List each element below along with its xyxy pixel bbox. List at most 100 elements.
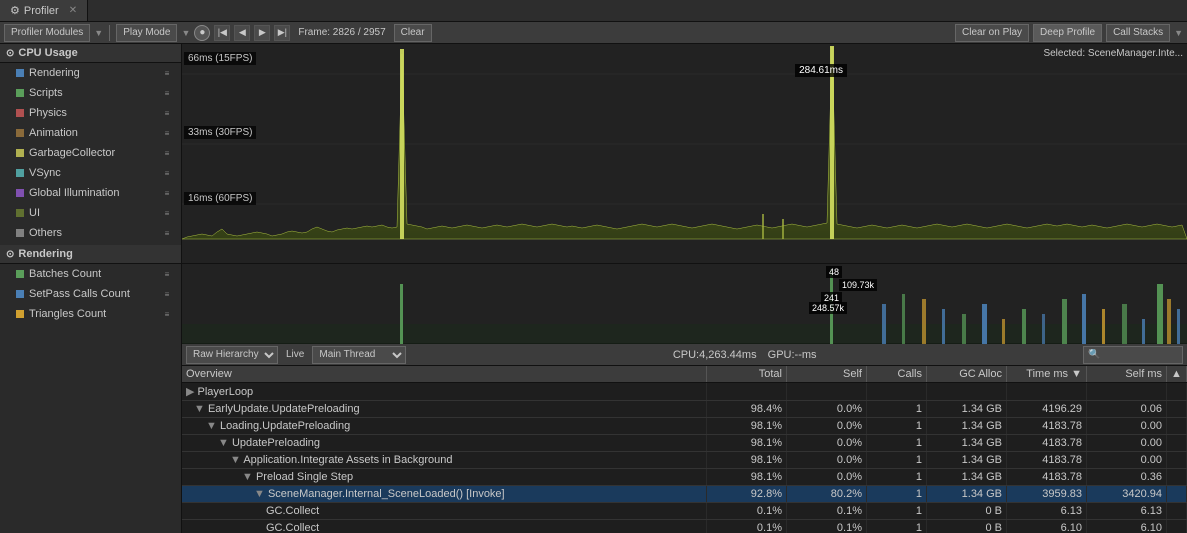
sidebar-item-batches[interactable]: Batches Count ≡ <box>0 264 181 284</box>
table-row[interactable]: GC.Collect 0.1% 0.1% 1 0 B 6.10 6.10 <box>182 520 1187 533</box>
animation-label: Animation <box>29 127 161 139</box>
module-menu-rendering[interactable]: ≡ <box>161 67 173 79</box>
fps-label-30: 33ms (30FPS) <box>184 126 256 139</box>
fps-label-60: 16ms (60FPS) <box>184 192 256 205</box>
module-menu-vsync[interactable]: ≡ <box>161 167 173 179</box>
row-name: ▶ PlayerLoop <box>182 383 707 400</box>
col-overview: Overview <box>182 366 707 382</box>
live-label: Live <box>286 349 304 360</box>
next-frame-btn[interactable]: ▶ <box>254 25 270 41</box>
row-gc: 1.34 GB <box>927 469 1007 485</box>
sidebar-item-scripts[interactable]: Scripts ≡ <box>0 83 181 103</box>
col-self-ms: Self ms <box>1087 366 1167 382</box>
module-menu-physics[interactable]: ≡ <box>161 107 173 119</box>
frame-counter: Frame: 2826 / 2957 <box>294 27 389 38</box>
rendering-chart-section: 48 241 109.73k 248.57k <box>182 264 1187 344</box>
row-name: ▼ UpdatePreloading <box>182 435 707 451</box>
row-time: 4183.78 <box>1007 418 1087 434</box>
clear-btn[interactable]: Clear <box>394 24 432 42</box>
setpass-color <box>16 290 24 298</box>
row-name: ▼ Preload Single Step <box>182 469 707 485</box>
cpu-usage-header: ⊙ CPU Usage <box>0 44 181 63</box>
record-btn[interactable]: ● <box>194 25 210 41</box>
render-peak-109k: 109.73k <box>839 279 877 291</box>
triangles-color <box>16 310 24 318</box>
prev-frame-btn[interactable]: ◀ <box>234 25 250 41</box>
table-row[interactable]: ▼ Preload Single Step 98.1% 0.0% 1 1.34 … <box>182 469 1187 486</box>
thread-select[interactable]: Main Thread Render Thread <box>312 346 406 364</box>
row-self: 0.1% <box>787 503 867 519</box>
row-self: 0.0% <box>787 401 867 417</box>
row-selfms <box>1087 383 1167 400</box>
table-row[interactable]: ▼ Loading.UpdatePreloading 98.1% 0.0% 1 … <box>182 418 1187 435</box>
physics-label: Physics <box>29 107 161 119</box>
row-calls: 1 <box>867 435 927 451</box>
row-name: ▼ SceneManager.Internal_SceneLoaded() [I… <box>182 486 707 502</box>
col-time-ms: Time ms ▼ <box>1007 366 1087 382</box>
sidebar-item-vsync[interactable]: VSync ≡ <box>0 163 181 183</box>
module-menu-triangles[interactable]: ≡ <box>161 308 173 320</box>
sidebar-item-rendering[interactable]: Rendering ≡ <box>0 63 181 83</box>
hierarchy-mode-select[interactable]: Raw Hierarchy Hierarchy Timeline <box>186 346 278 364</box>
row-time: 6.13 <box>1007 503 1087 519</box>
row-time: 4196.29 <box>1007 401 1087 417</box>
row-gc: 1.34 GB <box>927 452 1007 468</box>
module-menu-batches[interactable]: ≡ <box>161 268 173 280</box>
sidebar-item-triangles[interactable]: Triangles Count ≡ <box>0 304 181 324</box>
table-row[interactable]: ▼ UpdatePreloading 98.1% 0.0% 1 1.34 GB … <box>182 435 1187 452</box>
call-stacks-btn[interactable]: Call Stacks <box>1106 24 1170 42</box>
sidebar-item-ui[interactable]: UI ≡ <box>0 203 181 223</box>
play-mode-btn[interactable]: Play Mode <box>116 24 177 42</box>
module-menu-animation[interactable]: ≡ <box>161 127 173 139</box>
sidebar-item-setpass[interactable]: SetPass Calls Count ≡ <box>0 284 181 304</box>
module-menu-others[interactable]: ≡ <box>161 227 173 239</box>
row-time: 4183.78 <box>1007 469 1087 485</box>
search-input[interactable] <box>1083 346 1183 364</box>
module-menu-setpass[interactable]: ≡ <box>161 288 173 300</box>
vsync-color <box>16 169 24 177</box>
table-row[interactable]: ▶ PlayerLoop <box>182 383 1187 401</box>
clear-on-play-btn[interactable]: Clear on Play <box>955 24 1029 42</box>
separator-1 <box>109 25 110 41</box>
table-row[interactable]: ▼ SceneManager.Internal_SceneLoaded() [I… <box>182 486 1187 503</box>
module-menu-gc[interactable]: ≡ <box>161 147 173 159</box>
profiler-tab-icon: ⚙ <box>10 4 20 17</box>
deep-profile-btn[interactable]: Deep Profile <box>1033 24 1102 42</box>
row-selfms: 0.36 <box>1087 469 1167 485</box>
profiler-modules-btn[interactable]: Profiler Modules <box>4 24 90 42</box>
module-menu-ui[interactable]: ≡ <box>161 207 173 219</box>
table-row[interactable]: ▼ Application.Integrate Assets in Backgr… <box>182 452 1187 469</box>
close-icon[interactable]: ✕ <box>69 5 77 16</box>
main-layout: ⊙ CPU Usage Rendering ≡ Scripts ≡ Physic… <box>0 44 1187 533</box>
table-row[interactable]: GC.Collect 0.1% 0.1% 1 0 B 6.13 6.13 <box>182 503 1187 520</box>
table-row[interactable]: ▼ EarlyUpdate.UpdatePreloading 98.4% 0.0… <box>182 401 1187 418</box>
sidebar-item-animation[interactable]: Animation ≡ <box>0 123 181 143</box>
selected-label: Selected: SceneManager.Inte... <box>1043 48 1183 59</box>
col-sort[interactable]: ▲ <box>1167 366 1187 382</box>
row-name: ▼ Application.Integrate Assets in Backgr… <box>182 452 707 468</box>
row-time: 6.10 <box>1007 520 1087 533</box>
sidebar-item-gi[interactable]: Global Illumination ≡ <box>0 183 181 203</box>
profiler-tab-label: Profiler <box>24 5 59 17</box>
last-frame-btn[interactable]: ▶| <box>274 25 290 41</box>
module-menu-gi[interactable]: ≡ <box>161 187 173 199</box>
batches-label: Batches Count <box>29 268 161 280</box>
col-calls: Calls <box>867 366 927 382</box>
first-frame-btn[interactable]: |◀ <box>214 25 230 41</box>
sidebar-item-physics[interactable]: Physics ≡ <box>0 103 181 123</box>
module-menu-scripts[interactable]: ≡ <box>161 87 173 99</box>
row-self: 0.0% <box>787 469 867 485</box>
animation-color <box>16 129 24 137</box>
row-gc <box>927 383 1007 400</box>
sidebar-item-others[interactable]: Others ≡ <box>0 223 181 243</box>
row-total: 98.1% <box>707 418 787 434</box>
profiler-tab[interactable]: ⚙ Profiler ✕ <box>0 0 88 21</box>
rendering-color <box>16 69 24 77</box>
row-extra <box>1167 435 1187 451</box>
batches-color <box>16 270 24 278</box>
row-calls: 1 <box>867 520 927 533</box>
sidebar-item-gc[interactable]: GarbageCollector ≡ <box>0 143 181 163</box>
rendering-icon: ⊙ <box>6 249 14 260</box>
render-peak-248k: 248.57k <box>809 302 847 314</box>
row-self: 0.0% <box>787 435 867 451</box>
